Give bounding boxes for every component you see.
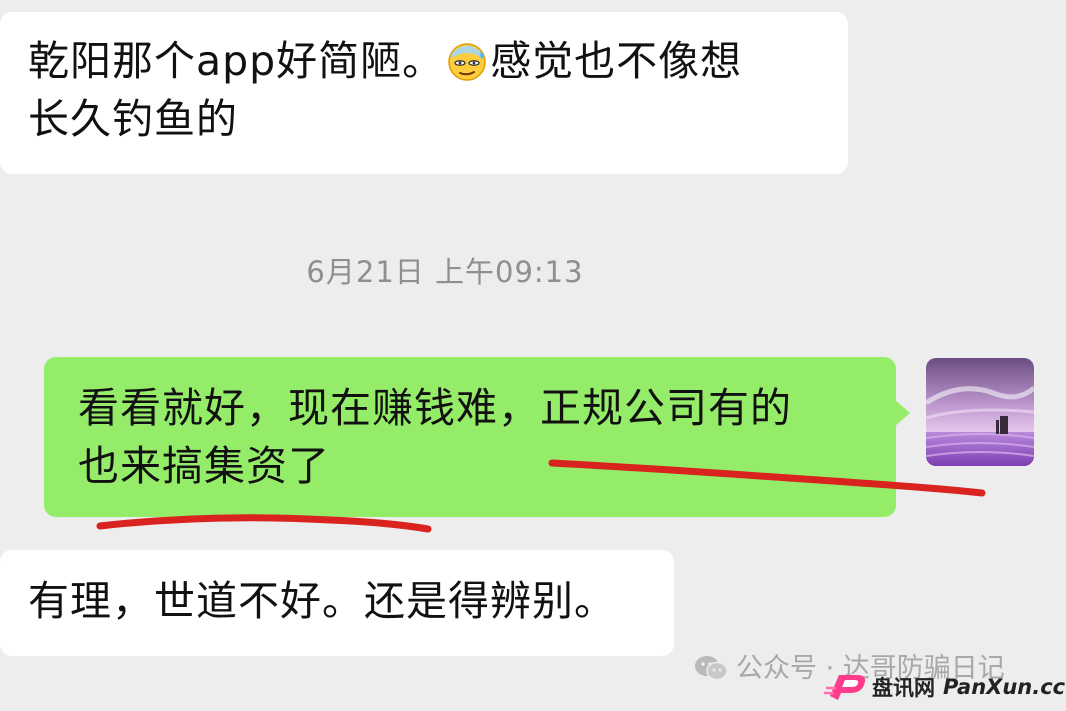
message-line: 也来搞集资了	[78, 442, 330, 490]
message-line: 看看就好，现在赚钱难，正规公司有的	[78, 384, 792, 432]
incoming-message-bubble[interactable]: 有理，世道不好。还是得辨别。	[0, 550, 674, 656]
message-line: 乾阳那个app好简陋。 感觉也不像想	[28, 32, 820, 90]
wechat-icon	[694, 654, 728, 681]
sweat-smile-emoji-icon	[446, 39, 488, 81]
brand-badge: 盘讯网 PanXun.cc	[824, 670, 1065, 706]
message-text: 乾阳那个app好简陋。	[28, 37, 445, 85]
outgoing-message-bubble[interactable]: 看看就好，现在赚钱难，正规公司有的 也来搞集资了	[44, 357, 910, 517]
panxun-logo-icon	[824, 670, 872, 704]
user-avatar[interactable]	[926, 358, 1034, 466]
message-line: 长久钓鱼的	[28, 95, 238, 143]
chat-screen: 乾阳那个app好简陋。 感觉也不像想 长久钓鱼的 6月21日 上午09:13 看…	[0, 0, 1066, 711]
message-timestamp: 6月21日 上午09:13	[306, 255, 584, 289]
message-line: 有理，世道不好。还是得辨别。	[28, 577, 616, 625]
brand-name: 盘讯网	[872, 676, 935, 700]
message-text: 感觉也不像想	[490, 37, 743, 85]
incoming-message-bubble[interactable]: 乾阳那个app好简陋。 感觉也不像想 长久钓鱼的	[0, 12, 848, 174]
brand-domain: PanXun.cc	[943, 675, 1066, 699]
bubble-tail	[894, 399, 910, 427]
